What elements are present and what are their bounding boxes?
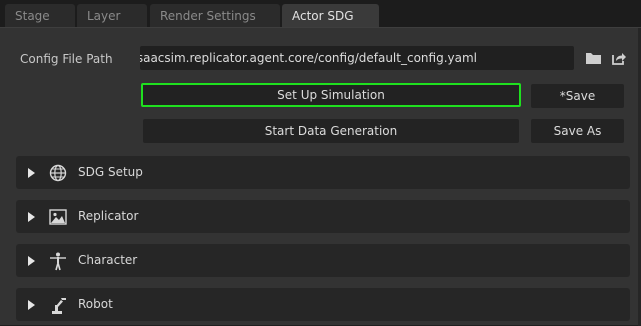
save-as-button[interactable]: Save As: [531, 119, 624, 143]
expand-arrow-icon[interactable]: [28, 212, 35, 222]
folder-icon[interactable]: [583, 47, 603, 69]
tab-bar: Stage Layer Render Settings Actor SDG: [0, 0, 641, 27]
set-up-simulation-button[interactable]: Set Up Simulation: [141, 83, 521, 107]
actor-sdg-panel: Config File Path /isaacsim.replicator.ag…: [0, 27, 641, 326]
tab-actor-sdg[interactable]: Actor SDG: [282, 4, 379, 27]
section-title: Character: [78, 253, 138, 267]
tab-stage[interactable]: Stage: [5, 4, 75, 27]
expand-arrow-icon[interactable]: [28, 168, 35, 178]
expand-arrow-icon[interactable]: [28, 300, 35, 310]
section-title: Robot: [78, 297, 113, 311]
section-title: SDG Setup: [78, 165, 143, 179]
config-file-path-value: /isaacsim.replicator.agent.core/config/d…: [140, 51, 477, 65]
person-icon: [48, 251, 68, 271]
section-title: Replicator: [78, 209, 139, 223]
share-export-icon[interactable]: [609, 47, 629, 69]
section-sdg-setup[interactable]: SDG Setup: [16, 156, 630, 189]
section-character[interactable]: Character: [16, 244, 630, 277]
config-file-path-field[interactable]: /isaacsim.replicator.agent.core/config/d…: [140, 46, 574, 70]
section-replicator[interactable]: Replicator: [16, 200, 630, 233]
config-file-path-label: Config File Path: [20, 52, 113, 66]
section-robot[interactable]: Robot: [16, 288, 630, 321]
save-button[interactable]: *Save: [531, 84, 624, 108]
tab-layer[interactable]: Layer: [77, 4, 147, 27]
robot-arm-icon: [48, 295, 68, 315]
tab-render-settings[interactable]: Render Settings: [150, 4, 280, 27]
expand-arrow-icon[interactable]: [28, 256, 35, 266]
globe-icon: [48, 163, 68, 183]
image-icon: [48, 207, 68, 227]
start-data-generation-button[interactable]: Start Data Generation: [143, 119, 519, 143]
